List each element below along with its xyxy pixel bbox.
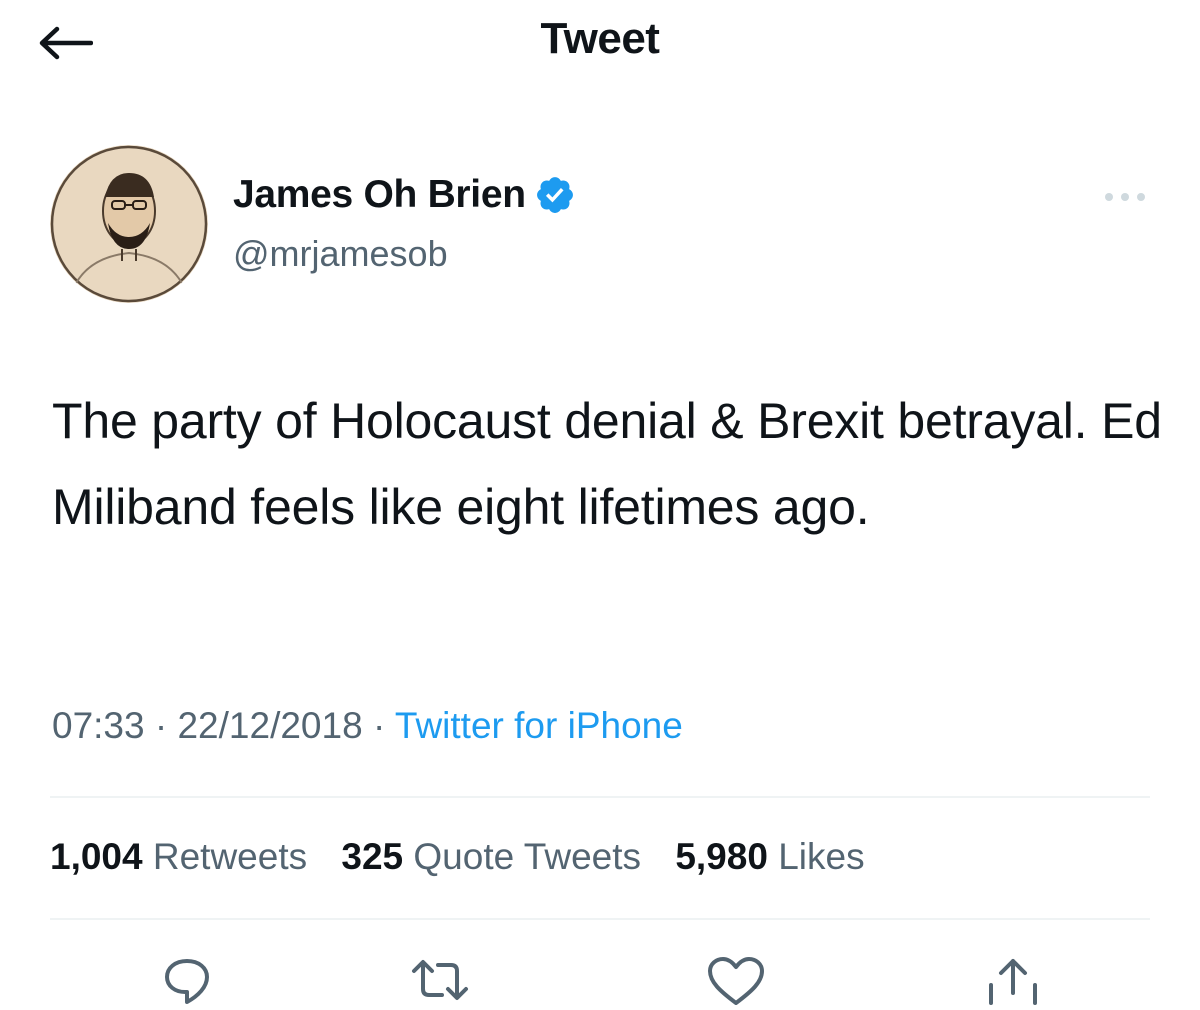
tweet-actions: [0, 955, 1200, 1010]
quote-tweets-label: Quote Tweets: [413, 836, 642, 877]
user-handle[interactable]: @mrjamesob: [233, 233, 448, 275]
meta-separator: ·: [154, 705, 168, 746]
likes-count: 5,980: [675, 836, 768, 877]
quote-tweets-stat[interactable]: 325 Quote Tweets: [341, 836, 641, 877]
tweet-author: James Oh Brien @mrjamesob: [50, 145, 1150, 305]
top-bar: Tweet: [0, 0, 1200, 90]
display-name-row: James Oh Brien: [233, 173, 576, 217]
like-button[interactable]: [706, 955, 766, 1010]
likes-label: Likes: [778, 836, 865, 877]
avatar-portrait: [50, 145, 208, 303]
like-icon: [708, 957, 764, 1005]
tweet-date[interactable]: 22/12/2018: [177, 705, 362, 746]
retweets-stat[interactable]: 1,004 Retweets: [50, 836, 307, 877]
more-icon: [1105, 193, 1145, 201]
page-title: Tweet: [540, 14, 660, 63]
verified-badge-icon: [536, 177, 573, 213]
retweets-count: 1,004: [50, 836, 143, 877]
retweet-button[interactable]: [410, 955, 470, 1010]
avatar[interactable]: [50, 145, 208, 303]
tweet-source-link[interactable]: Twitter for iPhone: [395, 705, 683, 746]
more-options-button[interactable]: [1100, 185, 1150, 209]
likes-stat[interactable]: 5,980 Likes: [675, 836, 864, 877]
share-icon: [989, 959, 1037, 1005]
quote-tweets-count: 325: [341, 836, 404, 877]
retweet-icon: [412, 960, 468, 1000]
engagement-stats: 1,004 Retweets 325 Quote Tweets 5,980 Li…: [50, 836, 889, 878]
share-button[interactable]: [983, 955, 1043, 1010]
tweet-time[interactable]: 07:33: [52, 705, 145, 746]
display-name[interactable]: James Oh Brien: [233, 173, 526, 217]
divider: [50, 918, 1150, 920]
reply-icon: [165, 959, 209, 1004]
divider: [50, 796, 1150, 798]
retweets-label: Retweets: [152, 836, 308, 877]
tweet-meta: 07:33 · 22/12/2018 · Twitter for iPhone: [52, 705, 683, 747]
tweet-text: The party of Holocaust denial & Brexit b…: [52, 393, 1162, 535]
reply-button[interactable]: [157, 955, 217, 1010]
meta-separator: ·: [372, 705, 386, 746]
